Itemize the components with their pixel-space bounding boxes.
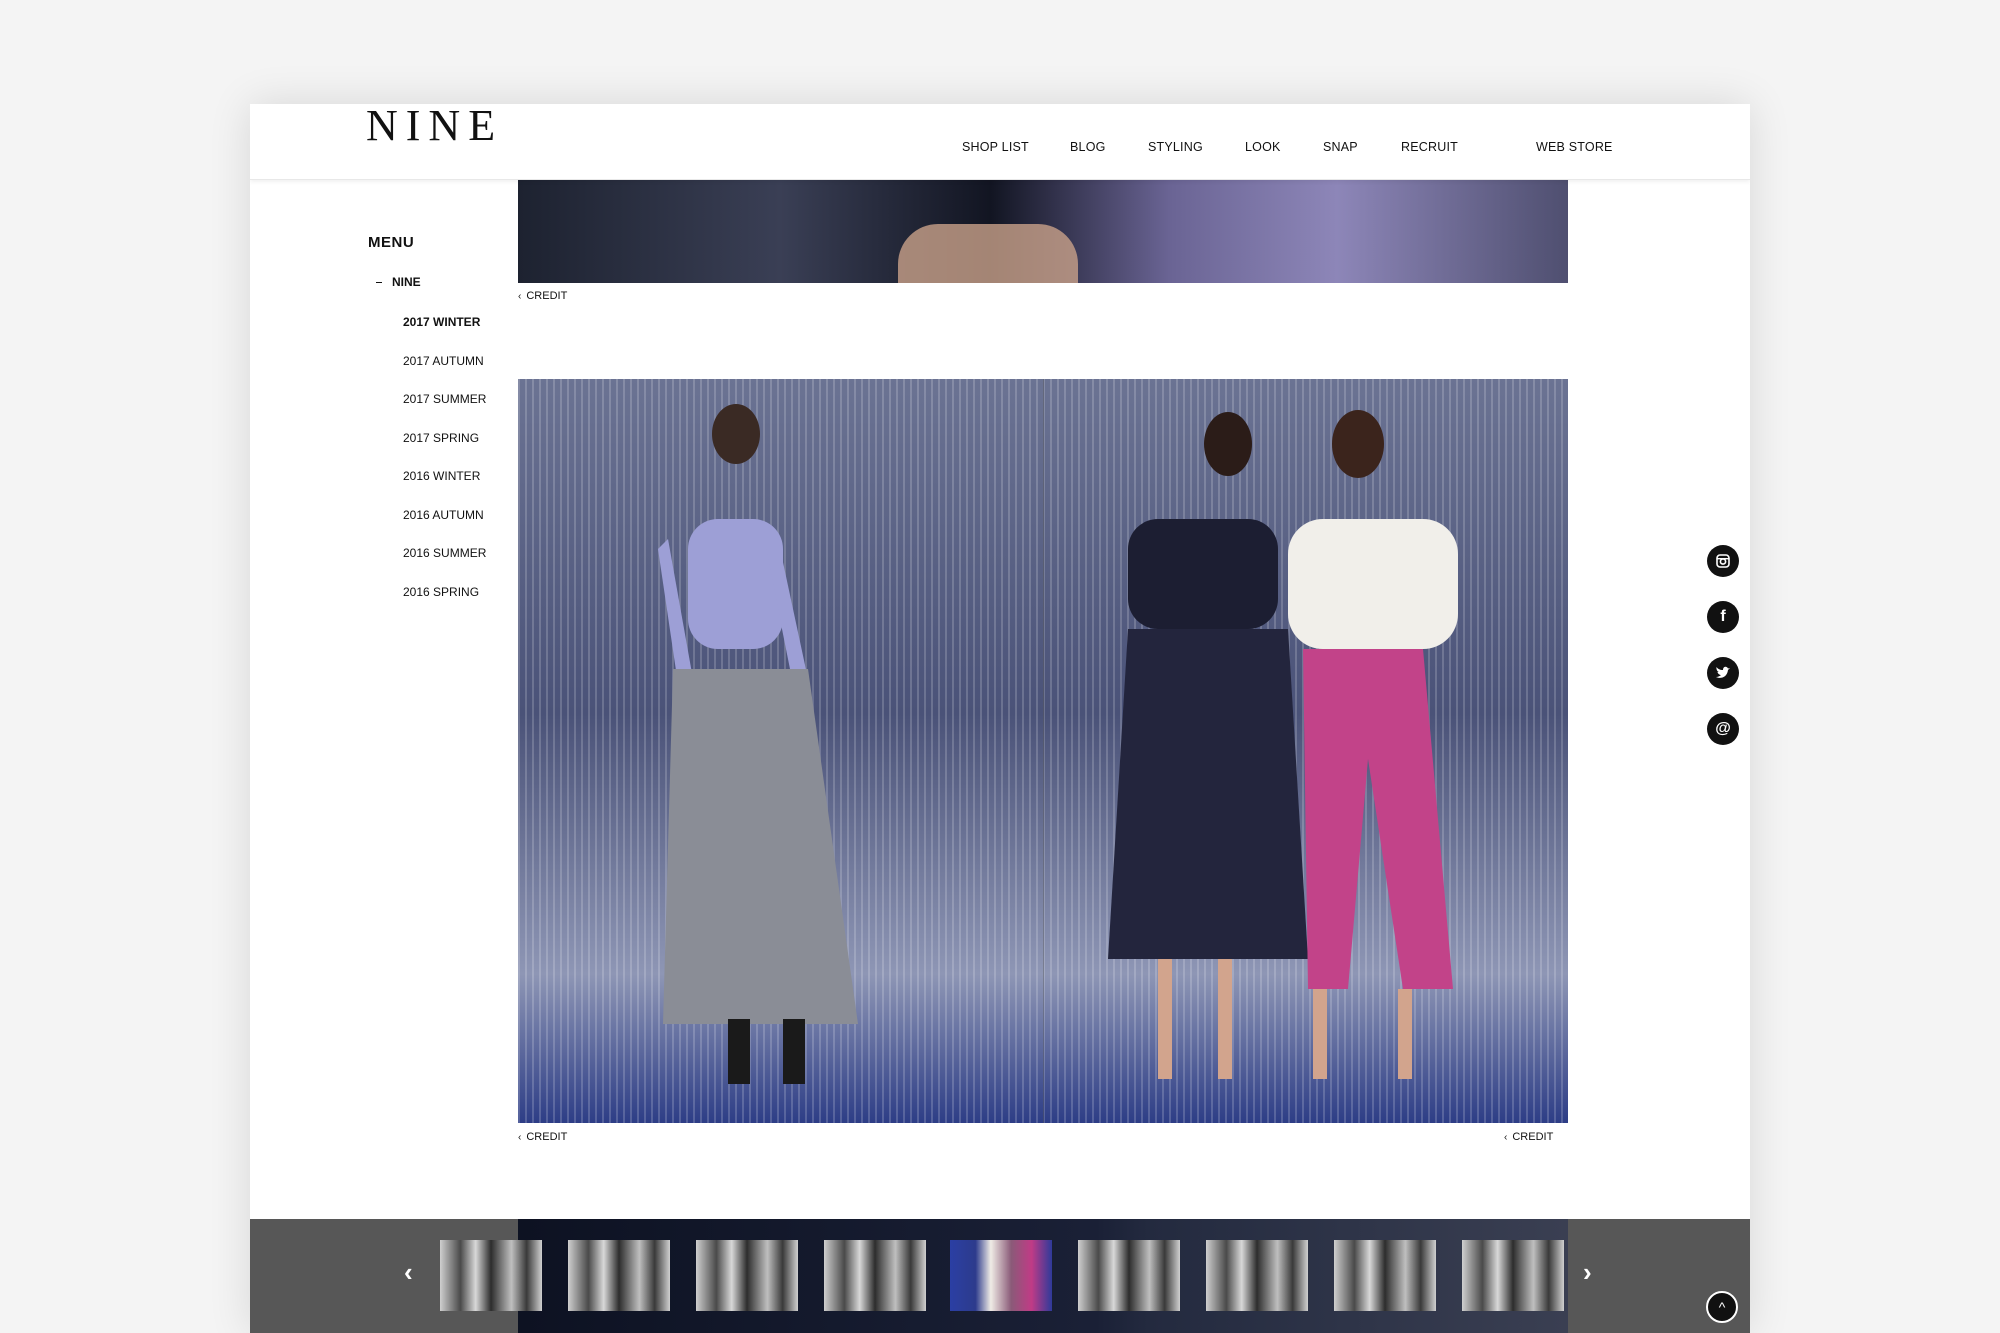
nav-shop-list[interactable]: SHOP LIST — [962, 140, 1029, 154]
thumbnail[interactable] — [824, 1240, 926, 1311]
menu-parent-nine[interactable]: NINE — [376, 275, 421, 289]
twitter-icon[interactable] — [1707, 657, 1739, 689]
menu-item-2016-winter[interactable]: 2016 WINTER — [403, 469, 486, 508]
menu-parent-label: NINE — [392, 275, 421, 289]
browser-window: NINE SHOP LIST BLOG STYLING LOOK SNAP RE… — [250, 104, 1750, 1333]
photo-detail — [898, 224, 1078, 283]
thumbnail[interactable] — [440, 1240, 542, 1311]
nav-look[interactable]: LOOK — [1245, 140, 1281, 154]
chevron-left-icon[interactable]: ‹ — [404, 1257, 413, 1288]
thumbnail-active[interactable] — [950, 1240, 1052, 1311]
menu-item-2017-winter[interactable]: 2017 WINTER — [403, 315, 486, 354]
thumbnail[interactable] — [1078, 1240, 1180, 1311]
mail-icon[interactable]: @ — [1707, 713, 1739, 745]
menu-item-2017-autumn[interactable]: 2017 AUTUMN — [403, 354, 486, 393]
lookbook-photo-top — [518, 179, 1568, 283]
nav-styling[interactable]: STYLING — [1148, 140, 1203, 154]
season-list: 2017 WINTER 2017 AUTUMN 2017 SUMMER 2017… — [403, 315, 486, 623]
menu-title: MENU — [368, 234, 415, 251]
chevron-left-icon: ‹ — [518, 1132, 522, 1143]
thumbnail-strip: ‹ › — [250, 1219, 1750, 1333]
photo-divider — [1043, 379, 1044, 1123]
thumbnail[interactable] — [1462, 1240, 1564, 1311]
chevron-left-icon: ‹ — [518, 291, 522, 302]
menu-item-2017-summer[interactable]: 2017 SUMMER — [403, 392, 486, 431]
nav-web-store[interactable]: WEB STORE — [1536, 140, 1613, 154]
nav-snap[interactable]: SNAP — [1323, 140, 1358, 154]
menu-item-2016-spring[interactable]: 2016 SPRING — [403, 585, 486, 624]
credit-link-right[interactable]: ‹ CREDIT — [1504, 1131, 1553, 1143]
instagram-icon[interactable] — [1707, 545, 1739, 577]
credit-link-left[interactable]: ‹ CREDIT — [518, 1131, 567, 1143]
chevron-up-icon: ^ — [1718, 1299, 1726, 1315]
nav-blog[interactable]: BLOG — [1070, 140, 1106, 154]
sidebar-menu: MENU NINE 2017 WINTER 2017 AUTUMN 2017 S… — [368, 234, 528, 599]
collapse-dash-icon — [376, 282, 382, 284]
menu-item-2016-summer[interactable]: 2016 SUMMER — [403, 546, 486, 585]
thumbnail[interactable] — [1206, 1240, 1308, 1311]
chevron-right-icon[interactable]: › — [1583, 1257, 1592, 1288]
thumbnail[interactable] — [1334, 1240, 1436, 1311]
scroll-to-top-button[interactable]: ^ — [1706, 1291, 1738, 1323]
menu-item-2016-autumn[interactable]: 2016 AUTUMN — [403, 508, 486, 547]
menu-item-2017-spring[interactable]: 2017 SPRING — [403, 431, 486, 470]
thumbnail[interactable] — [696, 1240, 798, 1311]
thumbnail[interactable] — [568, 1240, 670, 1311]
facebook-icon[interactable]: f — [1707, 601, 1739, 633]
main-nav: SHOP LIST BLOG STYLING LOOK SNAP RECRUIT… — [250, 140, 1750, 160]
social-links: f @ — [1707, 545, 1739, 769]
chevron-left-icon: ‹ — [1504, 1132, 1508, 1143]
nav-recruit[interactable]: RECRUIT — [1401, 140, 1458, 154]
site-header: NINE SHOP LIST BLOG STYLING LOOK SNAP RE… — [250, 104, 1750, 180]
lookbook-photo-main — [518, 379, 1568, 1123]
credit-link-top[interactable]: ‹ CREDIT — [518, 290, 567, 302]
